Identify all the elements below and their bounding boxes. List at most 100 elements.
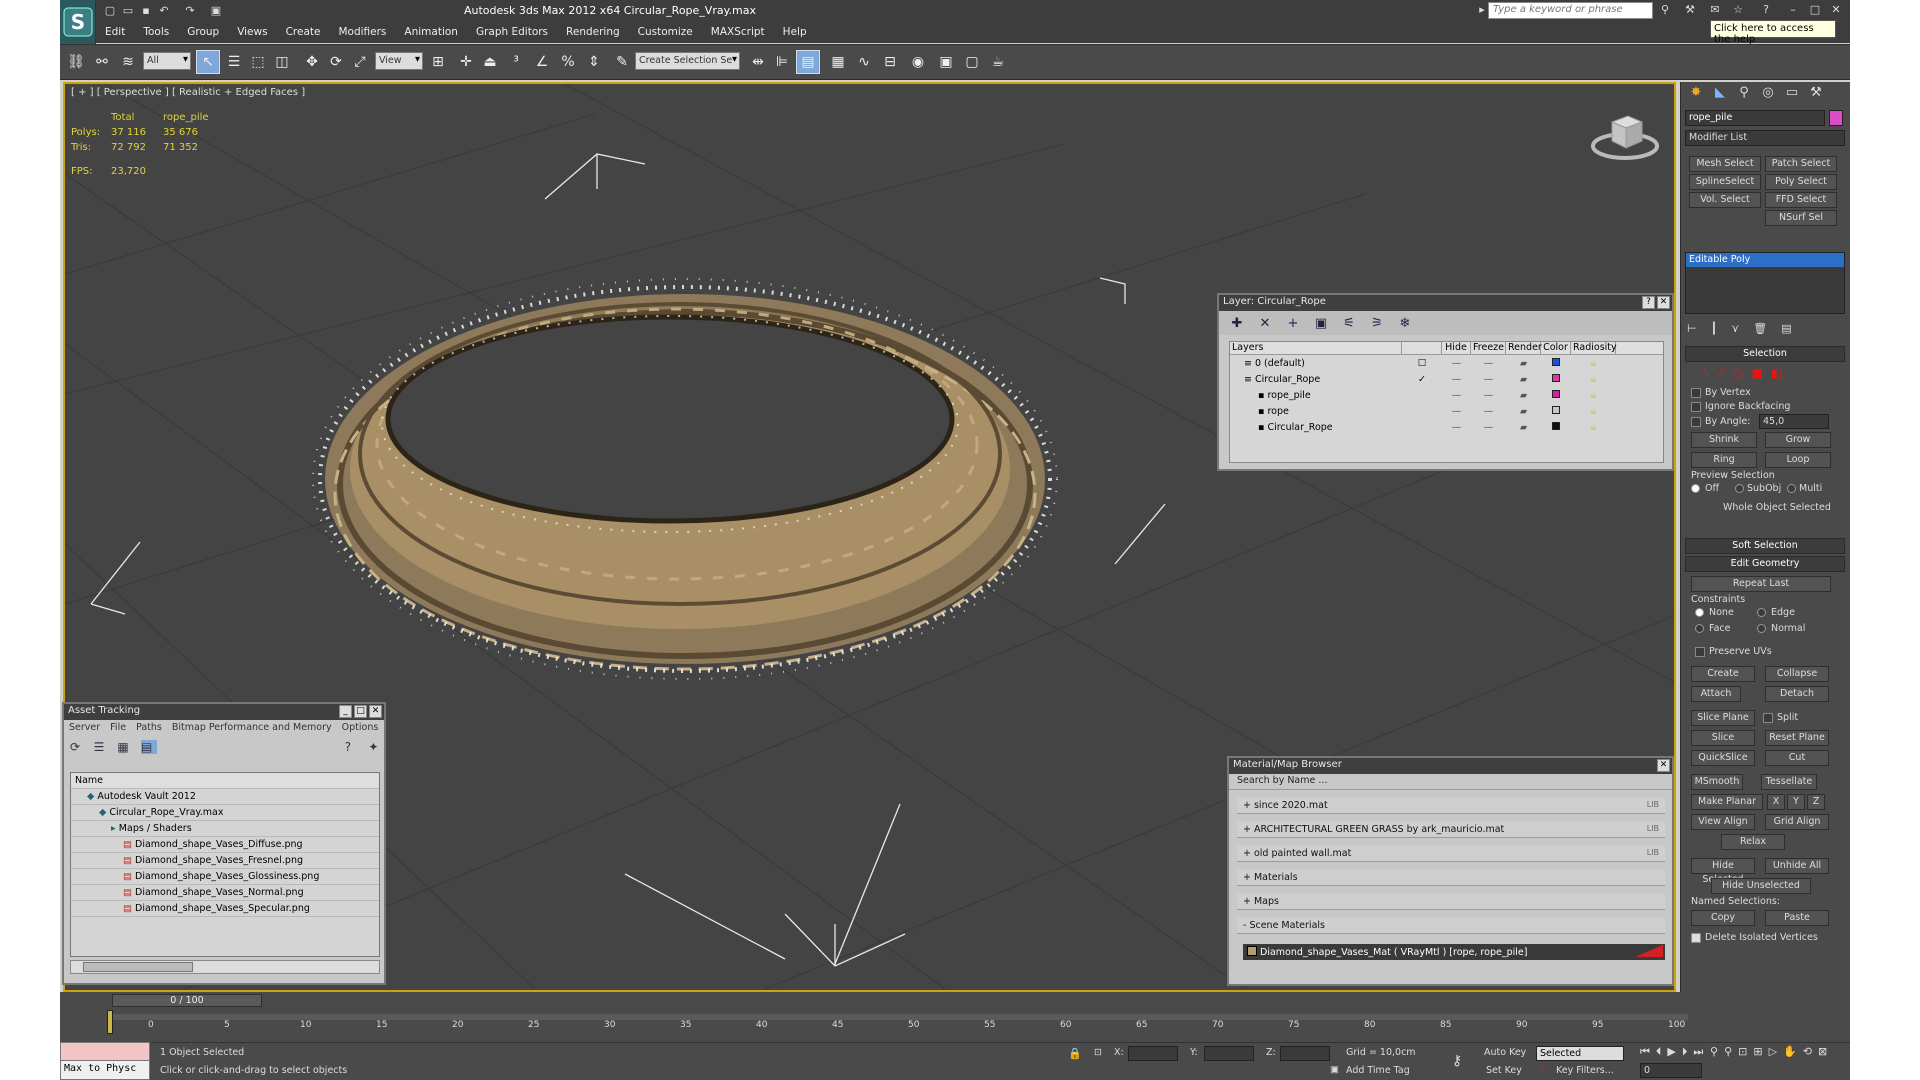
delete-layer-icon[interactable]: ✕: [1255, 316, 1275, 331]
pan-icon[interactable]: ✋: [1783, 1045, 1797, 1058]
patch-select-button[interactable]: Patch Select: [1765, 156, 1837, 172]
polygon-icon[interactable]: ■: [1752, 366, 1763, 381]
layer-color-swatch[interactable]: [1552, 373, 1560, 382]
table-view-icon[interactable]: ▤: [141, 740, 157, 754]
layer-row[interactable]: ▪ rope — — ▰ ☕: [1230, 403, 1663, 419]
asset-menu-options[interactable]: Options: [337, 722, 384, 733]
configure-sets-icon[interactable]: ▤: [1781, 322, 1791, 338]
pin-icon[interactable]: ✦: [368, 740, 384, 754]
col-render[interactable]: Render: [1506, 342, 1542, 354]
menu-group[interactable]: Group: [178, 22, 228, 43]
layer-manager-icon[interactable]: ▤: [796, 50, 820, 74]
menu-customize[interactable]: Customize: [629, 22, 702, 43]
object-color-swatch[interactable]: [1829, 110, 1843, 126]
preserve-uvs-checkbox[interactable]: [1695, 647, 1705, 657]
material-group[interactable]: + Maps: [1237, 894, 1665, 910]
element-icon[interactable]: ◧: [1771, 366, 1782, 381]
copy-button[interactable]: Copy: [1691, 910, 1755, 926]
reference-coord-dropdown[interactable]: View: [375, 52, 423, 70]
constraint-edge-radio[interactable]: [1757, 608, 1766, 617]
unhide-all-button[interactable]: Unhide All: [1765, 858, 1829, 874]
radiosity-teapot-icon[interactable]: ☕: [1571, 374, 1616, 385]
asset-row[interactable]: ▤ Diamond_shape_Vases_Diffuse.png: [71, 837, 379, 853]
msmooth-button[interactable]: MSmooth: [1691, 774, 1743, 790]
material-group[interactable]: + ARCHITECTURAL GREEN GRASS by ark_mauri…: [1237, 822, 1665, 838]
preview-off-radio[interactable]: [1691, 484, 1700, 493]
link-icon[interactable]: ⛓: [64, 50, 88, 74]
asset-hscrollbar[interactable]: [70, 960, 380, 974]
help-search-input[interactable]: Type a keyword or phrase: [1488, 2, 1653, 19]
undo-icon[interactable]: ↶: [156, 3, 172, 18]
menu-views[interactable]: Views: [228, 22, 276, 43]
curve-editor-icon[interactable]: ∿: [852, 50, 876, 74]
poly-select-button[interactable]: Poly Select: [1765, 174, 1837, 190]
close-icon[interactable]: ✕: [1657, 296, 1670, 309]
hierarchy-tab-icon[interactable]: ⚲: [1735, 85, 1753, 101]
rotate-icon[interactable]: ⟳: [324, 50, 348, 74]
asset-menu-server[interactable]: Server: [64, 722, 105, 733]
communication-icon[interactable]: ✉: [1707, 3, 1723, 18]
select-by-name-icon[interactable]: ☰: [222, 50, 246, 74]
hide-toggle[interactable]: —: [1442, 406, 1471, 417]
selection-filter-dropdown[interactable]: All: [143, 52, 191, 70]
cut-button[interactable]: Cut: [1765, 750, 1829, 766]
select-manipulate-icon[interactable]: ✛: [454, 50, 478, 74]
ring-button[interactable]: Ring: [1691, 452, 1757, 468]
hide-toggle[interactable]: —: [1442, 358, 1471, 369]
material-group[interactable]: + since 2020.mat LIB: [1237, 798, 1665, 814]
render-setup-icon[interactable]: ▣: [934, 50, 958, 74]
layer-dialog-titlebar[interactable]: Layer: Circular_Rope ? ✕: [1219, 295, 1672, 311]
detach-button[interactable]: Detach: [1765, 686, 1829, 702]
asset-row[interactable]: ▤ Diamond_shape_Vases_Normal.png: [71, 885, 379, 901]
render-toggle-icon[interactable]: ▰: [1506, 374, 1541, 385]
help-icon[interactable]: ?: [345, 740, 361, 754]
select-object-icon[interactable]: ↖: [196, 50, 220, 74]
pivot-center-icon[interactable]: ⊞: [426, 50, 450, 74]
go-to-start-icon[interactable]: ⏮: [1640, 1045, 1650, 1059]
grow-button[interactable]: Grow: [1765, 432, 1831, 448]
ffd-select-button[interactable]: FFD Select: [1765, 192, 1837, 208]
angle-spinner[interactable]: 45,0: [1759, 414, 1829, 429]
hide-toggle[interactable]: —: [1442, 422, 1471, 433]
create-layer-icon[interactable]: ✚: [1227, 316, 1247, 331]
close-icon[interactable]: ✕: [1828, 3, 1844, 18]
layer-color-swatch[interactable]: [1552, 389, 1560, 398]
field-of-view-icon[interactable]: ▷: [1769, 1045, 1777, 1058]
rollout-soft-selection[interactable]: Soft Selection: [1685, 538, 1845, 554]
asset-row[interactable]: ▤ Diamond_shape_Vases_Glossiness.png: [71, 869, 379, 885]
layer-row[interactable]: ≡ 0 (default) ☐ — — ▰ ☕: [1230, 355, 1663, 371]
layer-row[interactable]: ▪ rope_pile — — ▰ ☕: [1230, 387, 1663, 403]
current-layer-check-icon[interactable]: ✓: [1402, 374, 1442, 385]
scene-material-item[interactable]: Diamond_shape_Vases_Mat ( VRayMtl ) [rop…: [1243, 944, 1665, 960]
asset-row[interactable]: ▤ Diamond_shape_Vases_Specular.png: [71, 901, 379, 917]
current-frame-field[interactable]: 0: [1640, 1063, 1702, 1078]
key-mode-icon[interactable]: ⟋: [1538, 1064, 1546, 1078]
time-slider[interactable]: 0 / 100: [112, 994, 262, 1007]
nsurf-sel-button[interactable]: NSurf Sel: [1765, 210, 1837, 226]
attach-button[interactable]: Attach: [1691, 686, 1741, 702]
rollout-selection[interactable]: Selection: [1685, 346, 1845, 362]
preview-multi-radio[interactable]: [1787, 484, 1796, 493]
key-filters-button[interactable]: Key Filters...: [1556, 1065, 1614, 1076]
hide-toggle[interactable]: —: [1442, 374, 1471, 385]
new-file-icon[interactable]: ▢: [102, 3, 118, 18]
grid-align-button[interactable]: Grid Align: [1765, 814, 1829, 830]
maximize-icon[interactable]: □: [1807, 3, 1823, 18]
object-name-field[interactable]: rope_pile: [1685, 110, 1825, 126]
render-teapot-icon[interactable]: ☕: [986, 50, 1010, 74]
subscription-icon[interactable]: ⚒: [1682, 3, 1698, 18]
add-to-layer-icon[interactable]: +: [1283, 316, 1303, 331]
refresh-icon[interactable]: ⟳: [70, 740, 86, 754]
menu-modifiers[interactable]: Modifiers: [329, 22, 395, 43]
layer-row[interactable]: ≡ Circular_Rope ✓ — — ▰ ☕: [1230, 371, 1663, 387]
asset-row[interactable]: ◆ Autodesk Vault 2012: [71, 789, 379, 805]
material-search-input[interactable]: Search by Name ...: [1229, 774, 1672, 790]
hide-toggle[interactable]: —: [1442, 390, 1471, 401]
quickslice-button[interactable]: QuickSlice: [1691, 750, 1755, 766]
spinner-snap-icon[interactable]: ⇕: [582, 50, 606, 74]
move-icon[interactable]: ✥: [300, 50, 324, 74]
minimize-icon[interactable]: _: [339, 705, 352, 718]
by-angle-checkbox[interactable]: [1691, 417, 1701, 427]
modifier-list-dropdown[interactable]: Modifier List: [1685, 130, 1845, 146]
graphite-ribbon-icon[interactable]: ▦: [826, 50, 850, 74]
